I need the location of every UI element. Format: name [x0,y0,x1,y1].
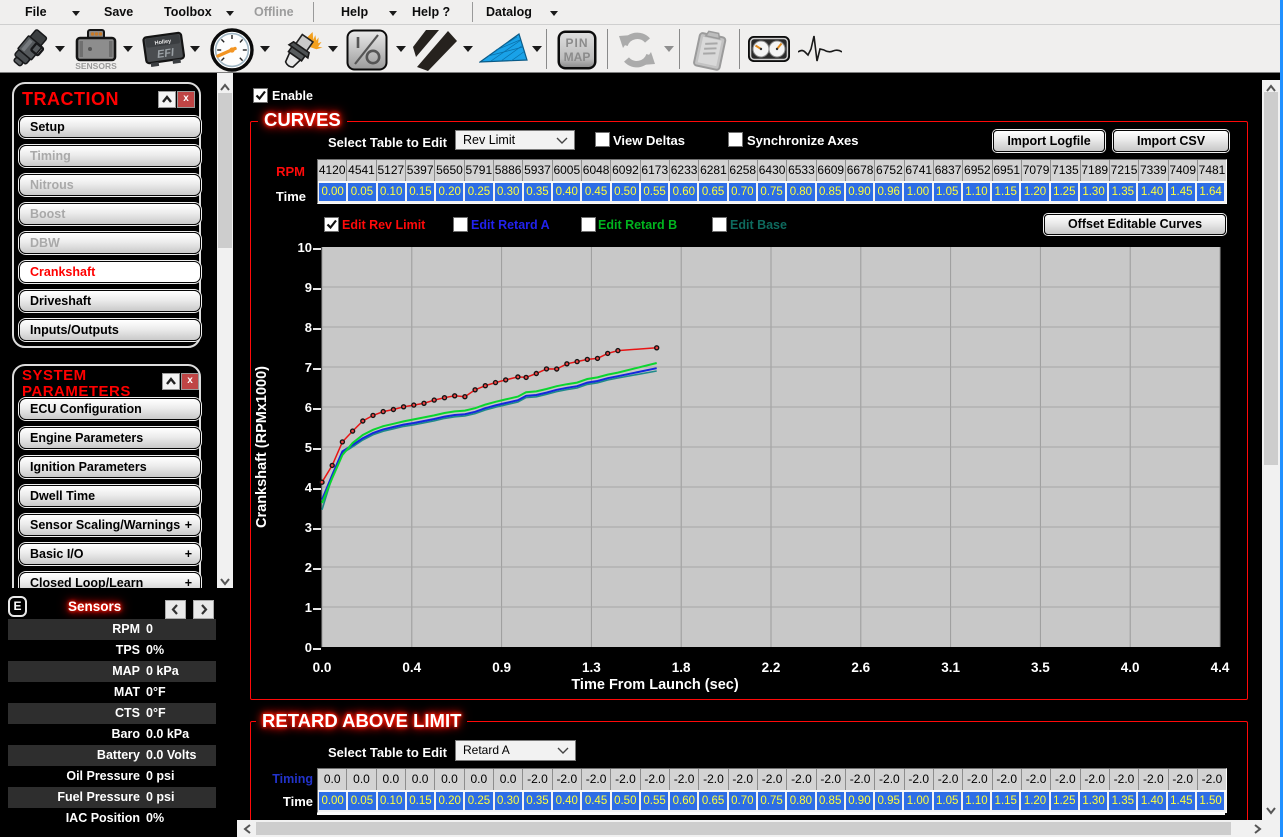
svg-text:9: 9 [305,280,312,295]
svg-text:1.8: 1.8 [672,660,691,675]
svg-text:SENSORS: SENSORS [75,61,117,71]
svg-text:3: 3 [305,520,312,535]
svg-text:EFI: EFI [156,47,176,61]
svg-text:0.0: 0.0 [313,660,332,675]
svg-text:7: 7 [305,360,312,375]
svg-text:6: 6 [305,400,312,415]
svg-text:8: 8 [305,320,312,335]
svg-text:4.0: 4.0 [1121,660,1140,675]
svg-text:2.2: 2.2 [762,660,781,675]
svg-text:0.4: 0.4 [402,660,421,675]
svg-text:Time From Launch (sec): Time From Launch (sec) [571,677,738,693]
svg-text:PIN: PIN [565,36,588,50]
svg-text:2.6: 2.6 [851,660,870,675]
svg-text:0: 0 [305,640,312,655]
svg-text:MAP: MAP [564,50,591,64]
svg-text:Crankshaft (RPMx1000): Crankshaft (RPMx1000) [254,366,270,528]
svg-text:4.4: 4.4 [1211,660,1230,675]
svg-text:3.1: 3.1 [941,660,960,675]
svg-text:2: 2 [305,560,312,575]
svg-text:3.5: 3.5 [1031,660,1050,675]
svg-text:0.9: 0.9 [492,660,511,675]
svg-text:4: 4 [305,480,313,495]
svg-text:1: 1 [305,600,312,615]
svg-text:10: 10 [298,240,312,255]
svg-text:1.3: 1.3 [582,660,601,675]
svg-text:5: 5 [305,440,312,455]
